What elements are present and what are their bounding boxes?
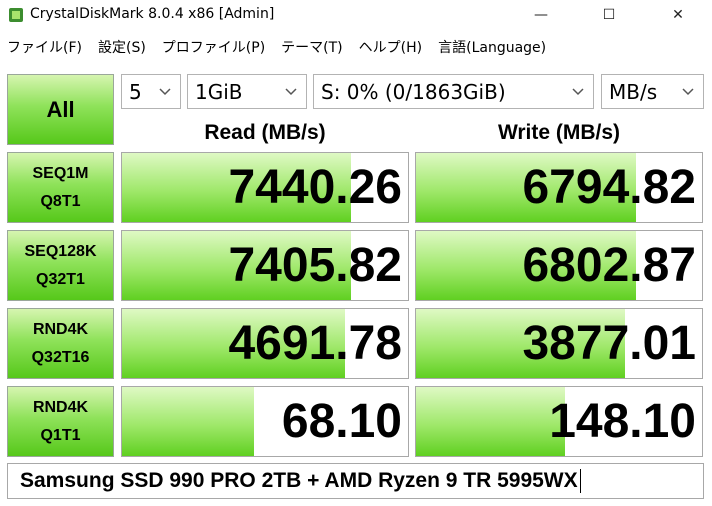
write-result: 6802.87 [415,230,703,301]
read-value: 4691.78 [228,317,402,370]
count-value: 5 [129,79,142,104]
chevron-down-icon [159,88,171,96]
menu-help[interactable]: ヘルプ(H) [351,37,430,57]
test-name: RND4K [32,398,89,416]
chevron-down-icon [682,88,694,96]
maximize-button[interactable]: ☐ [586,0,632,30]
test-params: Q8T1 [40,192,81,210]
test-name: SEQ128K [24,242,97,260]
test-params: Q1T1 [40,426,81,444]
test-params: Q32T16 [31,348,90,366]
size-value: 1GiB [195,79,243,104]
write-bar [416,387,565,456]
window-title: CrystalDiskMark 8.0.4 x86 [Admin] [30,6,275,22]
read-value: 68.10 [281,395,402,448]
write-value: 6794.82 [522,161,696,214]
text-caret [579,469,581,493]
chevron-down-icon [572,88,584,96]
close-button[interactable]: ✕ [655,0,701,30]
read-value: 7405.82 [228,239,402,292]
write-value: 148.10 [549,395,696,448]
unit-value: MB/s [609,79,658,104]
drive-value: S: 0% (0/1863GiB) [321,79,506,104]
comment-text: Samsung SSD 990 PRO 2TB + AMD Ryzen 9 TR… [20,469,578,492]
test-params: Q32T1 [36,270,85,288]
read-result: 68.10 [121,386,409,457]
write-header: Write (MB/s) [497,121,621,144]
menu-theme[interactable]: テーマ(T) [273,37,350,57]
read-result: 7405.82 [121,230,409,301]
menu-settings[interactable]: 設定(S) [90,37,154,57]
read-header: Read (MB/s) [204,121,326,144]
minimize-button[interactable]: — [518,0,564,30]
app-icon [9,8,23,22]
title-bar: CrystalDiskMark 8.0.4 x86 [Admin] — ☐ ✕ [0,0,712,30]
write-result: 3877.01 [415,308,703,379]
comment-field[interactable]: Samsung SSD 990 PRO 2TB + AMD Ryzen 9 TR… [7,463,704,499]
size-select[interactable]: 1GiB [187,74,307,109]
count-select[interactable]: 5 [121,74,181,109]
read-result: 7440.26 [121,152,409,223]
write-value: 3877.01 [522,317,696,370]
read-result: 4691.78 [121,308,409,379]
menu-file[interactable]: ファイル(F) [0,37,90,57]
all-button[interactable]: All [7,74,114,145]
seq1m-q8t1-button[interactable]: SEQ1M Q8T1 [7,152,114,223]
rnd4k-q32t16-button[interactable]: RND4K Q32T16 [7,308,114,379]
test-name: RND4K [32,320,89,338]
write-value: 6802.87 [522,239,696,292]
seq128k-q32t1-button[interactable]: SEQ128K Q32T1 [7,230,114,301]
read-bar [122,387,254,456]
write-result: 6794.82 [415,152,703,223]
menu-language[interactable]: 言語(Language) [430,37,554,57]
test-name: SEQ1M [32,164,89,182]
chevron-down-icon [285,88,297,96]
unit-select[interactable]: MB/s [601,74,704,109]
menu-bar: ファイル(F) 設定(S) プロファイル(P) テーマ(T) ヘルプ(H) 言語… [0,33,712,61]
menu-profile[interactable]: プロファイル(P) [154,37,273,57]
write-result: 148.10 [415,386,703,457]
drive-select[interactable]: S: 0% (0/1863GiB) [313,74,594,109]
rnd4k-q1t1-button[interactable]: RND4K Q1T1 [7,386,114,457]
read-value: 7440.26 [228,161,402,214]
